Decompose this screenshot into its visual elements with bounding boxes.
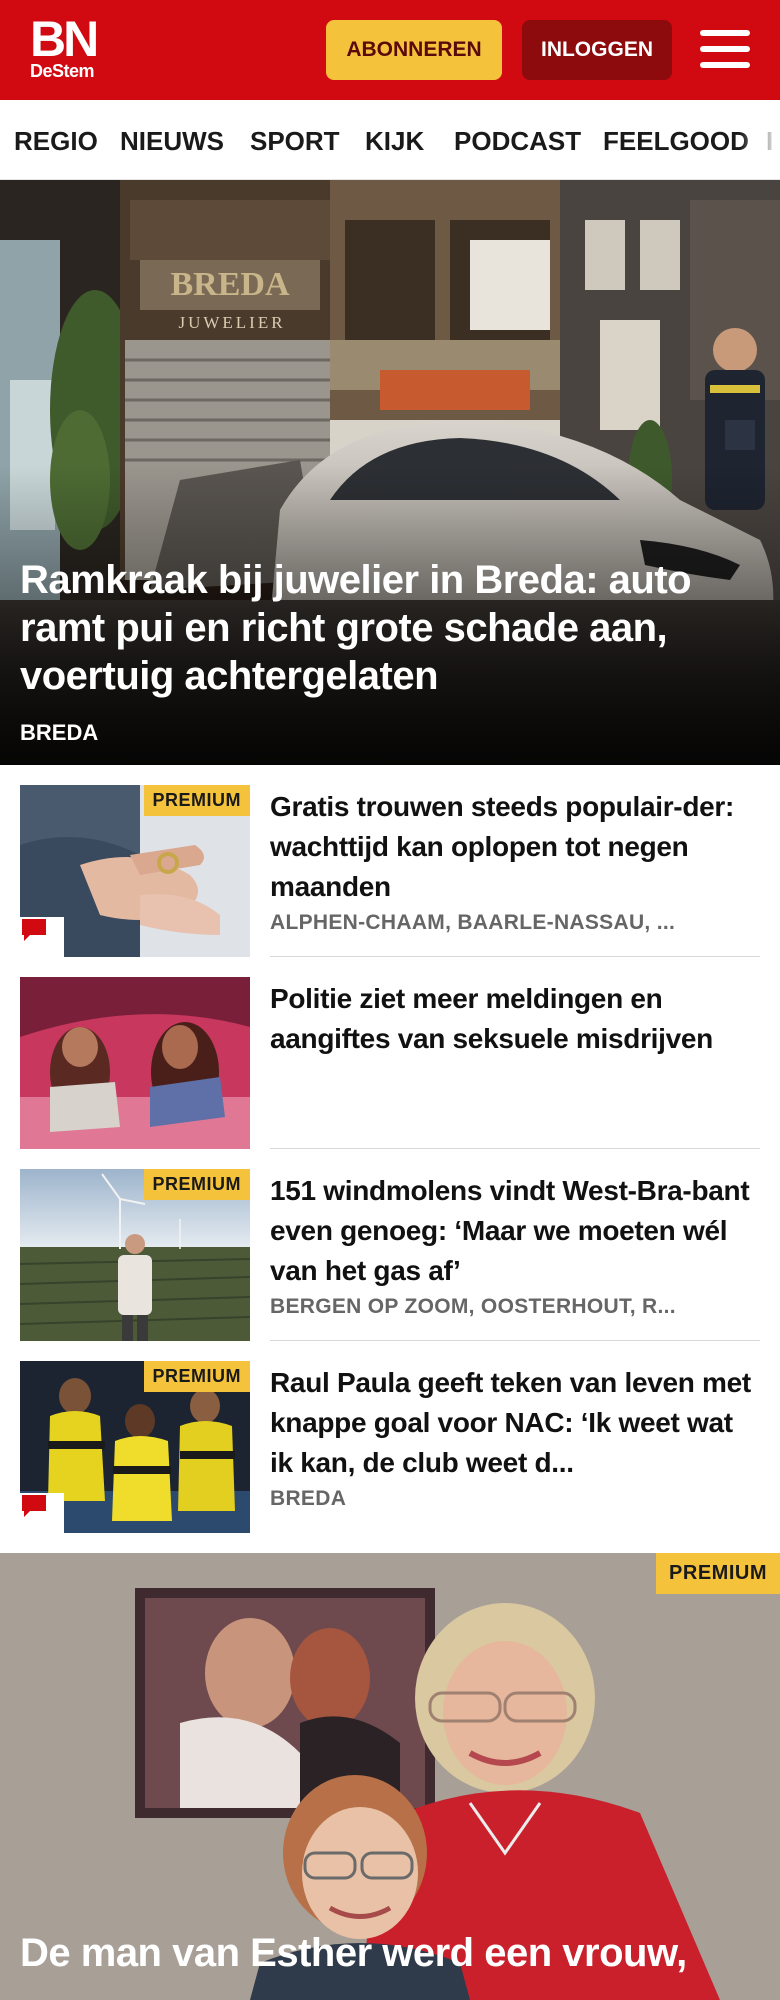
premium-badge: PREMIUM	[656, 1553, 780, 1594]
top-header: BN DeStem ABONNEREN INLOGGEN	[0, 0, 780, 100]
nav-item-feelgood[interactable]: FEELGOOD	[603, 126, 749, 157]
article-thumbnail[interactable]: PREMIUM	[20, 785, 250, 957]
nav-item-sport[interactable]: SPORT	[250, 126, 340, 157]
list-item[interactable]: Politie ziet meer meldingen en aangiftes…	[20, 977, 760, 1149]
nav-item-regio[interactable]: REGIO	[14, 126, 98, 157]
article-text: Politie ziet meer meldingen en aangiftes…	[270, 977, 760, 1149]
article-thumbnail[interactable]: PREMIUM	[20, 1361, 250, 1533]
article-thumbnail[interactable]	[20, 977, 250, 1149]
shop-sign-sub: JUWELIER	[178, 313, 285, 332]
login-button[interactable]: INLOGGEN	[522, 20, 672, 80]
premium-badge: PREMIUM	[143, 1361, 250, 1392]
article-thumbnail[interactable]: PREMIUM	[20, 1169, 250, 1341]
article-image	[20, 977, 250, 1149]
nav-fade	[740, 100, 780, 179]
hero-article[interactable]: BREDA JUWELIER Ramkraak bij juwelier in …	[0, 180, 780, 765]
hamburger-icon[interactable]	[700, 30, 750, 70]
article-text: Raul Paula geeft teken van leven met kna…	[270, 1361, 760, 1533]
article-title[interactable]: 151 windmolens vindt West-Bra-bant even …	[270, 1171, 760, 1291]
nav-item-nieuws[interactable]: NIEUWS	[120, 126, 224, 157]
article-location: ALPHEN-CHAAM, BAARLE-NASSAU, ...	[270, 911, 676, 934]
feature-title[interactable]: De man van Esther werd een vrouw,	[20, 1929, 780, 1977]
hero-location: BREDA	[20, 720, 99, 745]
article-location: BREDA	[270, 1487, 347, 1510]
list-item[interactable]: PREMIUM 151 windmolens vindt West-Bra-ba…	[20, 1169, 760, 1341]
section-nav: REGIO NIEUWS SPORT KIJK PODCAST FEELGOOD…	[0, 100, 780, 180]
article-title[interactable]: Gratis trouwen steeds populair-der: wach…	[270, 787, 760, 907]
nav-item-kijk[interactable]: KIJK	[365, 126, 424, 157]
article-title[interactable]: Raul Paula geeft teken van leven met kna…	[270, 1363, 760, 1483]
feature-article[interactable]: PREMIUM De man van Esther werd een vrouw…	[0, 1553, 780, 2000]
comment-icon[interactable]	[20, 917, 64, 957]
article-location: BERGEN OP ZOOM, OOSTERHOUT, R...	[270, 1295, 676, 1318]
brand-logo[interactable]: BN DeStem	[30, 11, 99, 81]
logo-sub: DeStem	[30, 61, 95, 81]
subscribe-button[interactable]: ABONNEREN	[326, 20, 502, 80]
article-text: Gratis trouwen steeds populair-der: wach…	[270, 785, 760, 957]
logo-main: BN	[30, 11, 99, 67]
shop-sign-name: BREDA	[170, 266, 289, 303]
premium-badge: PREMIUM	[143, 1169, 250, 1200]
article-text: 151 windmolens vindt West-Bra-bant even …	[270, 1169, 760, 1341]
premium-badge: PREMIUM	[143, 785, 250, 816]
hero-title[interactable]: Ramkraak bij juwelier in Breda: auto ram…	[20, 556, 760, 700]
list-item[interactable]: PREMIUM Raul Paula geeft teken van leven…	[20, 1361, 760, 1533]
list-item[interactable]: PREMIUM Gratis trouwen steeds populair-d…	[20, 785, 760, 957]
nav-item-podcast[interactable]: PODCAST	[454, 126, 581, 157]
comment-icon[interactable]	[20, 1493, 64, 1533]
article-title[interactable]: Politie ziet meer meldingen en aangiftes…	[270, 979, 760, 1059]
